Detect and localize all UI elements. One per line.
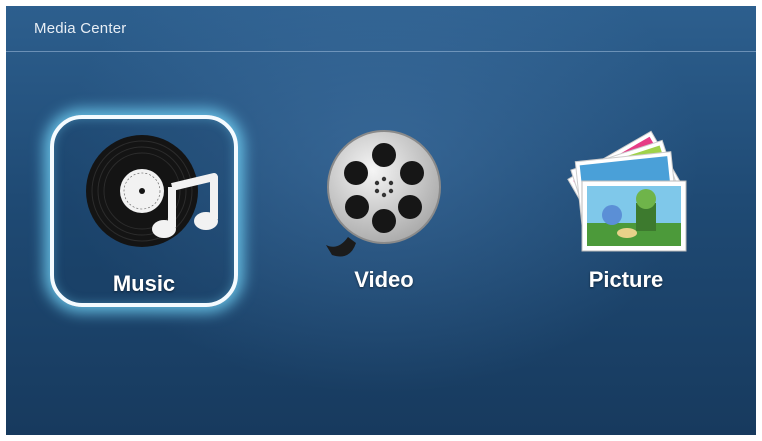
page-title: Media Center	[34, 20, 127, 37]
tile-video-label: Video	[354, 267, 414, 292]
tile-music[interactable]: Music	[50, 115, 238, 307]
tile-music-label: Music	[112, 271, 176, 296]
tile-picture-label: Picture	[588, 267, 664, 292]
top-bar: Media Center	[6, 6, 756, 52]
media-center-screen: Media Center Music Video Picture	[6, 6, 756, 435]
tile-video[interactable]: Video	[290, 115, 478, 307]
tile-picture[interactable]: Picture	[532, 115, 720, 307]
